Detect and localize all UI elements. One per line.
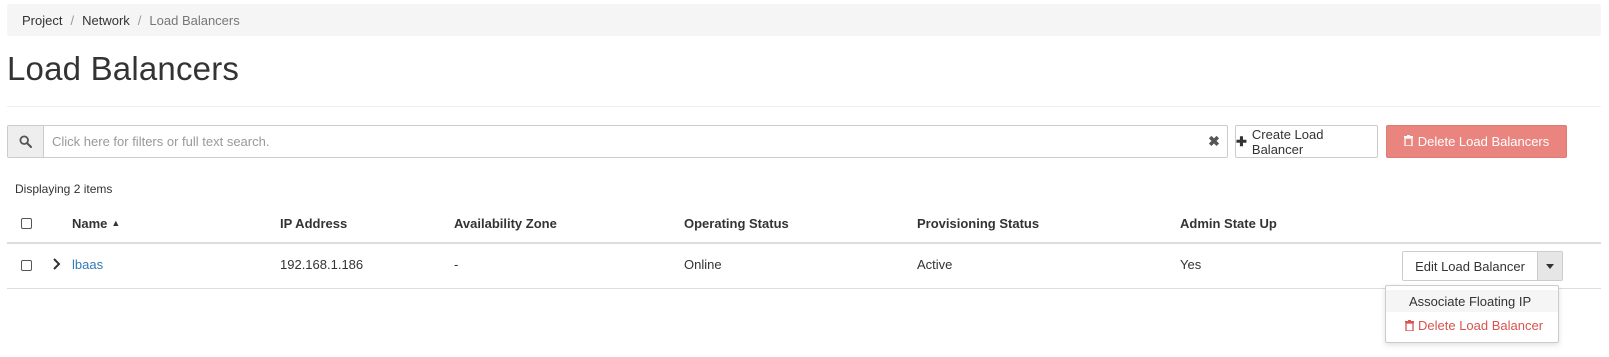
search-input[interactable] [44, 126, 1201, 157]
trash-icon [1405, 319, 1414, 331]
row-checkbox[interactable] [21, 260, 32, 271]
availability-zone-cell: - [454, 257, 459, 272]
row-actions-menu: Associate Floating IP Delete Load Balanc… [1385, 285, 1559, 343]
delete-load-balancers-label: Delete Load Balancers [1417, 134, 1550, 149]
edit-load-balancer-button[interactable]: Edit Load Balancer [1403, 252, 1538, 280]
page-title: Load Balancers [7, 50, 240, 87]
column-header-name[interactable]: Name ▲ [72, 216, 120, 231]
column-header-availability-zone[interactable]: Availability Zone [454, 216, 557, 231]
column-header-operating-status[interactable]: Operating Status [684, 216, 789, 231]
column-header-admin-state-up[interactable]: Admin State Up [1180, 216, 1277, 231]
trash-icon [1403, 134, 1413, 149]
delete-load-balancers-button[interactable]: Delete Load Balancers [1386, 125, 1567, 158]
column-header-provisioning-status[interactable]: Provisioning Status [917, 216, 1039, 231]
plus-icon: ✚ [1236, 133, 1247, 149]
row-actions: Edit Load Balancer [1402, 251, 1563, 281]
delete-load-balancer-menu-item[interactable]: Delete Load Balancer [1386, 314, 1558, 336]
caret-down-icon [1546, 263, 1554, 269]
operating-status-cell: Online [684, 257, 722, 272]
column-header-ip-address[interactable]: IP Address [280, 216, 347, 231]
sort-ascending-icon: ▲ [111, 218, 121, 228]
title-divider [7, 106, 1601, 107]
search-icon[interactable] [8, 126, 44, 157]
associate-floating-ip-menu-item[interactable]: Associate Floating IP [1386, 290, 1558, 312]
breadcrumb: Project / Network / Load Balancers [7, 4, 1601, 36]
table-header-divider [7, 242, 1601, 244]
breadcrumb-separator: / [70, 12, 75, 28]
breadcrumb-current: Load Balancers [149, 12, 240, 28]
admin-state-up-cell: Yes [1180, 257, 1202, 272]
breadcrumb-separator: / [137, 12, 142, 28]
ip-address-cell: 192.168.1.186 [280, 257, 364, 272]
breadcrumb-network[interactable]: Network [82, 13, 130, 28]
item-count: Displaying 2 items [15, 182, 113, 196]
delete-load-balancer-label: Delete Load Balancer [1418, 317, 1544, 333]
filter-search-bar: ✖ [7, 125, 1228, 158]
create-load-balancer-label: Create Load Balancer [1251, 126, 1324, 157]
chevron-right-icon[interactable] [52, 257, 62, 271]
row-actions-dropdown-toggle[interactable] [1538, 252, 1562, 280]
table-row-divider [7, 288, 1601, 289]
create-load-balancer-button[interactable]: ✚ Create Load Balancer [1235, 125, 1378, 158]
select-all-checkbox[interactable] [21, 218, 32, 229]
column-header-name-label: Name [72, 216, 108, 231]
load-balancer-name-link[interactable]: lbaas [72, 257, 103, 272]
breadcrumb-project[interactable]: Project [22, 13, 62, 28]
provisioning-status-cell: Active [917, 257, 953, 272]
close-icon[interactable]: ✖ [1201, 126, 1227, 157]
